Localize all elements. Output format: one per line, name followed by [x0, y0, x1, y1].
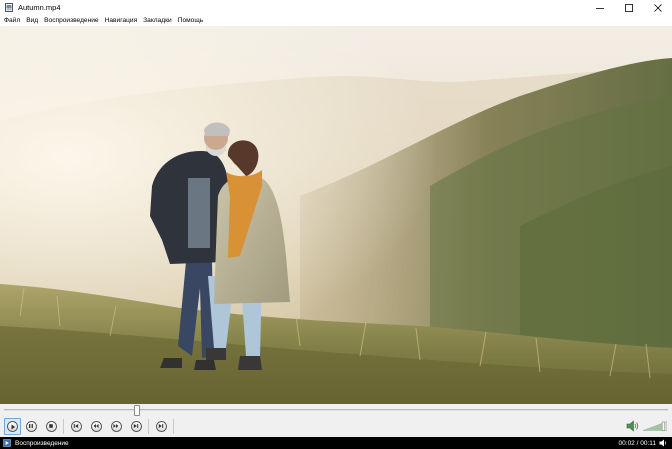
menu-help[interactable]: Помощь [175, 17, 206, 24]
menu-bar: Файл Вид Воспроизведение Навигация Закла… [0, 15, 672, 26]
minimize-button[interactable] [585, 0, 614, 15]
rewind-button[interactable] [89, 419, 103, 433]
stop-button[interactable] [44, 419, 58, 433]
seek-thumb[interactable] [133, 405, 140, 416]
skip-back-icon [70, 420, 82, 432]
previous-button[interactable] [69, 419, 83, 433]
play-icon [7, 421, 18, 432]
toolbar-separator [148, 419, 149, 434]
skip-forward-icon [130, 420, 142, 432]
maximize-icon [624, 3, 633, 12]
minimize-icon [595, 7, 604, 9]
media-player-window: Autumn.mp4 Файл Вид Воспроизведение Нави… [0, 0, 672, 449]
menu-playback[interactable]: Воспроизведение [41, 17, 101, 24]
pause-button[interactable] [24, 419, 38, 433]
title-bar: Autumn.mp4 [0, 0, 672, 15]
status-bar: Воспроизведение 00:02 / 00:11 [0, 437, 672, 449]
window-title: Autumn.mp4 [18, 3, 61, 12]
status-speaker-icon [659, 439, 667, 447]
playback-controls [0, 416, 672, 437]
seek-track[interactable] [4, 409, 668, 411]
video-display[interactable] [0, 26, 672, 404]
menu-navigation[interactable]: Навигация [102, 17, 141, 24]
frame-step-icon [155, 420, 167, 432]
menu-view[interactable]: Вид [23, 17, 41, 24]
toolbar-separator [173, 419, 174, 434]
rewind-icon [90, 420, 102, 432]
menu-file[interactable]: Файл [0, 17, 23, 24]
close-icon [653, 3, 662, 12]
window-controls [585, 0, 672, 15]
seek-bar[interactable] [0, 404, 672, 416]
speaker-icon[interactable] [626, 420, 639, 432]
player-status-icon [3, 439, 11, 447]
frame-step-button[interactable] [154, 419, 168, 433]
play-button[interactable] [4, 418, 21, 435]
fast-forward-button[interactable] [109, 419, 123, 433]
stop-icon [45, 420, 57, 432]
toolbar-separator [63, 419, 64, 434]
playback-state: Воспроизведение [15, 439, 69, 447]
volume-slider[interactable] [643, 421, 667, 431]
close-button[interactable] [643, 0, 672, 15]
video-file-icon [4, 3, 13, 12]
next-button[interactable] [129, 419, 143, 433]
fast-forward-icon [110, 420, 122, 432]
maximize-button[interactable] [614, 0, 643, 15]
playback-time: 00:02 / 00:11 [618, 439, 656, 447]
menu-bookmarks[interactable]: Закладки [140, 17, 175, 24]
pause-icon [25, 420, 37, 432]
